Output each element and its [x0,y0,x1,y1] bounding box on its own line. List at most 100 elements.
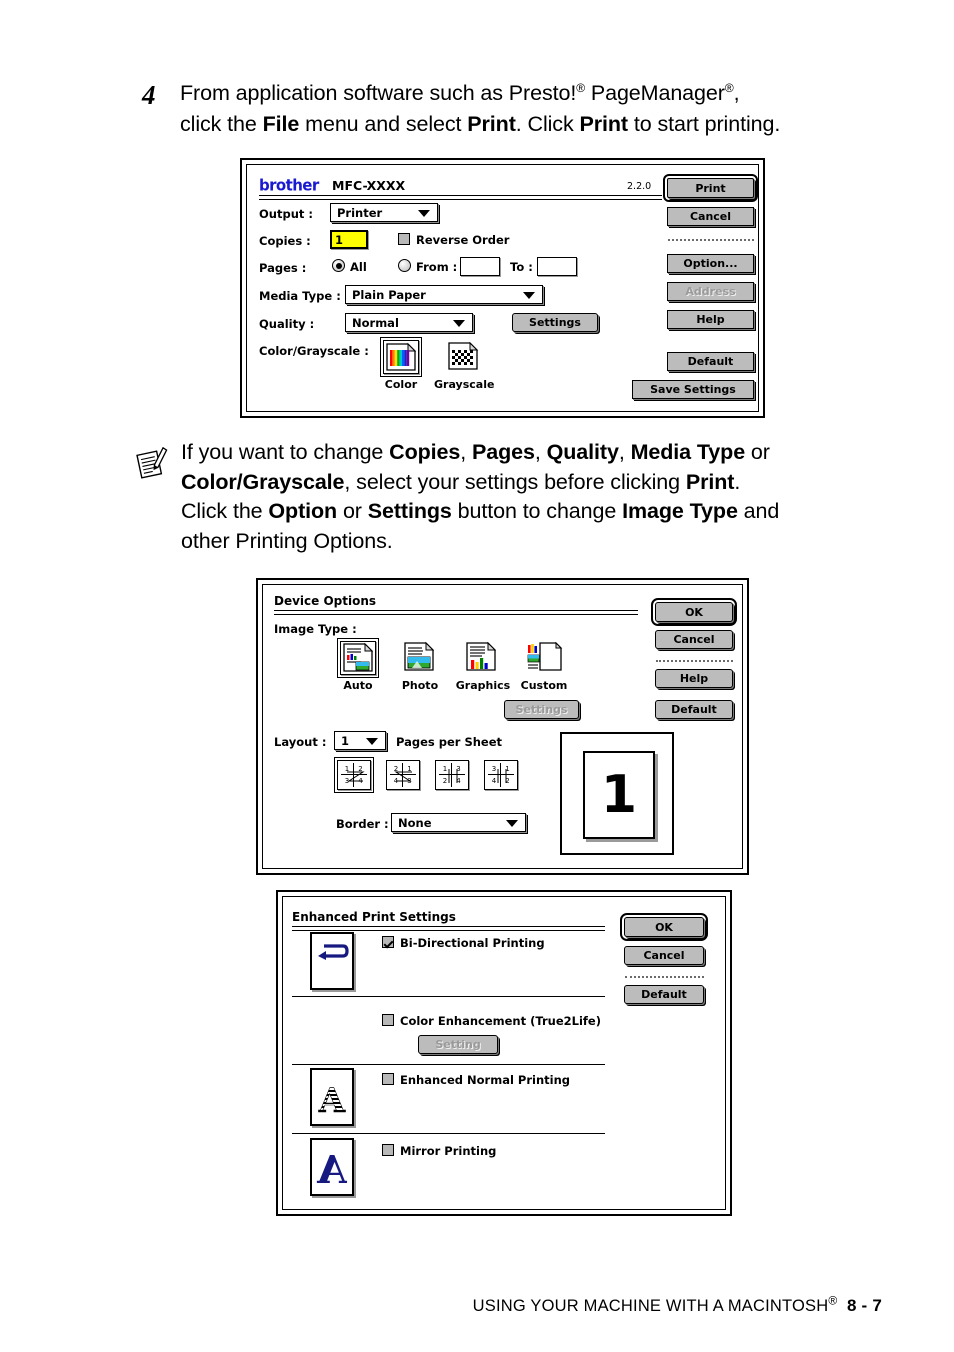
save-settings-button[interactable]: Save Settings [632,380,754,399]
registered-mark-icon: ® [724,80,734,95]
bidirectional-printing-checkbox[interactable] [382,936,394,948]
mirror-printing-checkbox[interactable] [382,1144,394,1156]
note-l1-e: or [745,440,770,464]
print-button[interactable]: Print [663,174,758,202]
help-button[interactable]: Help [667,310,754,329]
default-button[interactable]: Default [667,352,754,371]
help-button[interactable]: Help [655,669,733,688]
note-text: If you want to change Copies, Pages, Qua… [181,438,895,556]
enhanced-normal-printing-checkbox[interactable] [382,1073,394,1085]
note-quality-keyword: Quality [546,440,619,464]
pages-from-input[interactable] [460,257,500,276]
copies-input[interactable]: 1 [330,230,368,249]
color-enhancement-checkbox[interactable] [382,1014,394,1026]
quality-value: Normal [352,315,399,330]
note-l1-a: If you want to change [181,440,390,464]
image-type-custom-tile[interactable] [526,641,563,675]
quality-settings-button[interactable]: Settings [512,313,598,332]
output-select[interactable]: Printer [330,203,438,222]
media-type-label: Media Type : [259,289,341,303]
chevron-down-icon [506,819,518,827]
pages-per-sheet-select[interactable]: 1 [334,731,386,750]
color-mode-caption: Color [384,378,418,391]
reverse-order-label: Reverse Order [416,233,510,247]
reverse-order-checkbox[interactable] [398,233,410,245]
grayscale-mode-icon-tile[interactable] [446,340,482,374]
step-line2-end: to start printing. [627,112,781,136]
note-l3-a: Click the [181,499,269,523]
page-order-arrow-icon [347,771,365,782]
bidirectional-arrow-icon [318,944,349,960]
note-l3-b: or [337,499,368,523]
step-line2-mid2: . Click [515,112,580,136]
mirror-sample-tile: A [310,1138,354,1196]
ok-button[interactable]: OK [620,913,708,941]
enhanced-print-settings-dialog: Enhanced Print Settings Bi-Directional P… [276,890,732,1216]
note-l2-a: , select your settings before clicking [344,469,686,494]
page-order-option-2[interactable]: 2 1 4 3 [386,760,420,790]
page-order-arrow-icon [448,769,458,783]
pages-label: Pages : [259,261,307,275]
title-rule [292,926,605,931]
quality-select[interactable]: Normal [345,313,473,332]
enhanced-normal-sample-tile: A [310,1068,354,1126]
chevron-down-icon [366,737,378,745]
step-instruction-block: 4 From application software such as Pres… [142,78,882,140]
page-order-option-4[interactable]: 3 1 4 2 [484,760,518,790]
ok-button[interactable]: OK [651,598,737,626]
pages-range-radio[interactable] [398,259,411,272]
pages-from-label: From : [416,260,458,274]
brother-logo: brother [259,175,319,195]
note-option-keyword: Option [268,499,338,523]
color-enhancement-label: Color Enhancement (True2Life) [400,1014,601,1028]
note-l3-d: and [737,499,780,523]
note-block: If you want to change Copies, Pages, Qua… [135,438,895,556]
grayscale-mode-caption: Grayscale [434,378,495,391]
step-text: From application software such as Presto… [180,78,882,140]
media-type-select[interactable]: Plain Paper [345,285,543,304]
note-l1-d: , [618,440,631,464]
cancel-button[interactable]: Cancel [667,207,754,226]
page-order-option-3[interactable]: 1 3 2 4 [435,760,469,790]
note-pencil-icon [136,446,168,479]
note-copies-keyword: Copies [389,440,461,464]
step-line1-pre: From application software such as Presto… [180,81,577,105]
enhanced-print-title: Enhanced Print Settings [292,910,456,924]
device-options-dialog: Device Options Image Type : Auto Photo G… [256,578,749,875]
layout-preview: 1 [560,732,674,855]
auto-document-icon [343,642,374,672]
registered-mark-icon: ® [576,80,585,95]
cancel-button[interactable]: Cancel [624,946,704,965]
color-document-icon [386,342,417,371]
pages-to-input[interactable] [537,257,577,276]
print-dialog: brother MFC-XXXX 2.2.0 Output : Printer … [240,158,765,418]
border-select[interactable]: None [391,813,526,832]
custom-document-icon [527,641,563,671]
option-button[interactable]: Option... [667,254,754,273]
image-type-photo-tile[interactable] [402,641,438,675]
image-type-photo-caption: Photo [401,679,439,692]
color-mode-icon-tile[interactable] [380,337,422,377]
image-type-auto-tile[interactable] [337,638,379,678]
image-type-settings-button: Settings [504,700,579,719]
page-order-arrow-icon [394,771,412,782]
header-rule [259,195,662,200]
step-line2-pre: click the [180,112,263,136]
pages-all-radio[interactable] [332,259,345,272]
note-print-keyword: Print [685,469,735,494]
svg-text:A: A [317,1147,348,1192]
default-button[interactable]: Default [624,985,704,1004]
pages-per-sheet-value: 1 [341,733,350,748]
cancel-button[interactable]: Cancel [655,630,733,649]
page-order-option-1[interactable]: 1 2 3 4 [334,757,374,793]
default-button[interactable]: Default [655,700,733,719]
image-type-label: Image Type : [274,622,357,636]
output-label: Output : [259,207,313,221]
image-type-graphics-tile[interactable] [464,641,500,675]
address-button: Address [667,282,754,301]
note-l4: other Printing Options. [181,528,393,553]
bidirectional-sample-tile [310,932,354,990]
graphics-document-icon [466,641,497,671]
printer-model: MFC-XXXX [332,178,406,193]
note-settings-keyword: Settings [367,499,452,523]
